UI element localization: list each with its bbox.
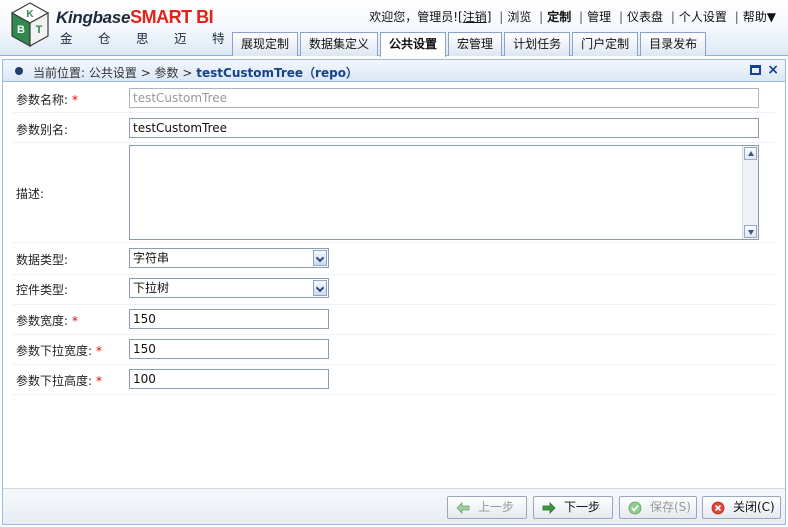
brand-name-latin: Kingbase — [56, 8, 131, 27]
form-row-data-type: 数据类型: 字符串 — [13, 245, 775, 275]
breadcrumb: 当前位置: 公共设置 > 参数 > testCustomTree（repo） — [33, 64, 358, 81]
dropdown-width-label: 参数下拉宽度: * — [16, 344, 103, 358]
form-row-control-type: 控件类型: 下拉树 — [13, 275, 775, 305]
close-icon[interactable]: × — [767, 62, 779, 78]
dropdown-height-input[interactable]: 100 — [129, 369, 329, 389]
menu-browse[interactable]: 浏览 — [507, 10, 531, 24]
close-circle-icon — [711, 501, 725, 515]
param-name-input: testCustomTree — [129, 88, 759, 108]
brand-name-suffix: SMART BI — [130, 7, 214, 27]
brand-name-cn: 金仓思迈特 — [60, 28, 250, 47]
data-type-value: 字符串 — [133, 251, 170, 265]
tab-catalog[interactable]: 目录发布 — [640, 32, 707, 56]
breadcrumb-path: 公共设置 > 参数 > — [88, 66, 193, 80]
menu-dashboard[interactable]: 仪表盘 — [627, 10, 663, 24]
tab-dataset[interactable]: 数据集定义 — [300, 32, 379, 56]
menu-help[interactable]: 帮助▼ — [743, 10, 776, 24]
breadcrumb-prefix: 当前位置: — [33, 66, 86, 80]
param-alias-label: 参数别名: — [16, 123, 69, 137]
form-row-param-width: 参数宽度: * 150 — [13, 305, 775, 335]
welcome-text: 欢迎您，管理员! — [369, 10, 459, 24]
param-alias-input[interactable]: testCustomTree — [129, 118, 759, 138]
brand-cn-char: 金 — [60, 31, 73, 46]
description-scrollbar[interactable] — [742, 146, 758, 239]
prev-step-button[interactable]: 上一步 — [447, 496, 527, 519]
form-row-param-alias: 参数别名: testCustomTree — [13, 113, 775, 143]
logo-letter-left: B — [17, 24, 25, 36]
check-circle-icon — [628, 501, 642, 515]
tab-presentation[interactable]: 展现定制 — [232, 32, 299, 56]
tab-schedule[interactable]: 计划任务 — [504, 32, 571, 56]
control-type-label: 控件类型: — [16, 283, 69, 297]
control-type-select[interactable]: 下拉树 — [129, 278, 329, 298]
top-menu: 欢迎您，管理员![注销] | 浏览 | 定制 | 管理 | 仪表盘 | 个人设置 | 帮助▼ — [369, 10, 776, 24]
required-marker: * — [72, 314, 79, 328]
panel-header: 当前位置: 公共设置 > 参数 > testCustomTree（repo） × — [3, 60, 785, 82]
brand-name: KingbaseSMART BI — [56, 7, 214, 27]
dropdown-button[interactable] — [313, 280, 327, 296]
brand-cn-char: 思 — [136, 31, 149, 46]
menu-manage[interactable]: 管理 — [587, 10, 611, 24]
breadcrumb-current: testCustomTree（repo） — [196, 66, 358, 80]
brand-cn-char: 迈 — [174, 31, 187, 46]
logo-letter-top: K — [26, 9, 34, 20]
form-row-dropdown-height: 参数下拉高度: * 100 — [13, 365, 775, 395]
required-marker: * — [96, 374, 103, 388]
logo-letter-right: T — [36, 24, 43, 36]
main-tabs: 展现定制 数据集定义 公共设置 宏管理 计划任务 门户定制 目录发布 — [232, 32, 708, 57]
param-width-input[interactable]: 150 — [129, 309, 329, 329]
dropdown-width-input[interactable]: 150 — [129, 339, 329, 359]
tab-macro[interactable]: 宏管理 — [448, 32, 503, 56]
save-button[interactable]: 保存(S) — [619, 496, 697, 519]
arrow-left-icon — [456, 502, 470, 514]
scroll-down-button[interactable] — [744, 225, 757, 238]
app-header: K B T KingbaseSMART BI 金仓思迈特 欢迎您，管理员![注销… — [0, 0, 788, 57]
required-marker: * — [72, 93, 79, 107]
form-row-dropdown-width: 参数下拉宽度: * 150 — [13, 335, 775, 365]
chevron-down-icon — [315, 283, 325, 293]
arrow-right-icon — [542, 502, 556, 514]
triangle-up-icon — [748, 151, 754, 156]
form-row-param-name: 参数名称: * testCustomTree — [13, 83, 775, 113]
menu-customize[interactable]: 定制 — [547, 10, 571, 24]
control-type-value: 下拉树 — [133, 281, 170, 295]
menu-personal-settings[interactable]: 个人设置 — [679, 10, 727, 24]
param-edit-panel: 当前位置: 公共设置 > 参数 > testCustomTree（repo） ×… — [2, 59, 786, 525]
panel-footer: 上一步 下一步 保存(S) 关闭(C) — [3, 488, 785, 524]
bullet-icon — [15, 67, 23, 75]
next-step-button[interactable]: 下一步 — [533, 496, 613, 519]
tab-common-settings[interactable]: 公共设置 — [380, 32, 447, 57]
dropdown-height-label: 参数下拉高度: * — [16, 374, 103, 388]
param-name-label: 参数名称: * — [16, 93, 79, 107]
chevron-down-icon — [315, 253, 325, 263]
required-marker: * — [96, 344, 103, 358]
data-type-select[interactable]: 字符串 — [129, 248, 329, 268]
param-width-label: 参数宽度: * — [16, 314, 79, 328]
description-label: 描述: — [16, 187, 45, 201]
logout-link[interactable]: 注销 — [463, 10, 487, 24]
dropdown-button[interactable] — [313, 250, 327, 266]
kingbase-logo-icon: K B T — [10, 2, 50, 48]
brand-cn-char: 仓 — [98, 31, 111, 46]
maximize-icon[interactable] — [750, 65, 761, 75]
data-type-label: 数据类型: — [16, 253, 69, 267]
form-row-description: 描述: — [13, 145, 775, 243]
triangle-down-icon — [748, 230, 754, 235]
tab-portal[interactable]: 门户定制 — [572, 32, 639, 56]
close-button[interactable]: 关闭(C) — [702, 496, 781, 519]
description-textarea[interactable] — [129, 145, 759, 240]
scroll-up-button[interactable] — [744, 147, 757, 160]
